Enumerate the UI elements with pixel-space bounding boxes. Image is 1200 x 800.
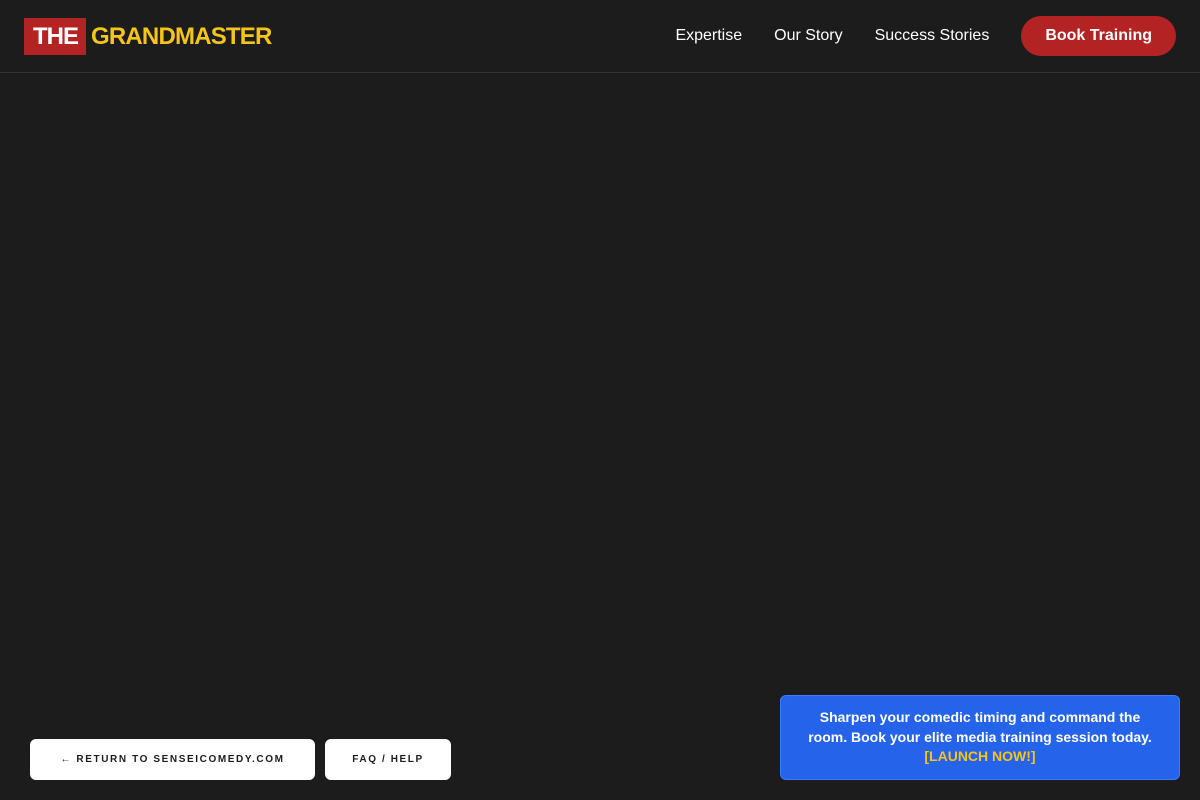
main-nav: Expertise Our Story Success Stories Book… <box>675 16 1176 56</box>
nav-link-our-story[interactable]: Our Story <box>774 27 842 45</box>
promo-banner[interactable]: Sharpen your comedic timing and command … <box>780 695 1180 780</box>
site-header: THE GRANDMASTER Expertise Our Story Succ… <box>0 0 1200 73</box>
book-training-button[interactable]: Book Training <box>1021 16 1176 56</box>
promo-text: Sharpen your comedic timing and command … <box>808 709 1152 745</box>
logo-prefix: THE <box>24 17 86 55</box>
nav-link-expertise[interactable]: Expertise <box>675 27 742 45</box>
promo-launch-link[interactable]: [LAUNCH NOW!] <box>924 748 1035 764</box>
site-logo[interactable]: THE GRANDMASTER <box>24 17 272 55</box>
return-to-site-button[interactable]: ← RETURN TO SENSEICOMEDY.COM <box>30 739 315 780</box>
logo-name: GRANDMASTER <box>91 22 272 50</box>
nav-link-success-stories[interactable]: Success Stories <box>875 27 990 45</box>
faq-help-button[interactable]: FAQ / HELP <box>325 739 451 780</box>
